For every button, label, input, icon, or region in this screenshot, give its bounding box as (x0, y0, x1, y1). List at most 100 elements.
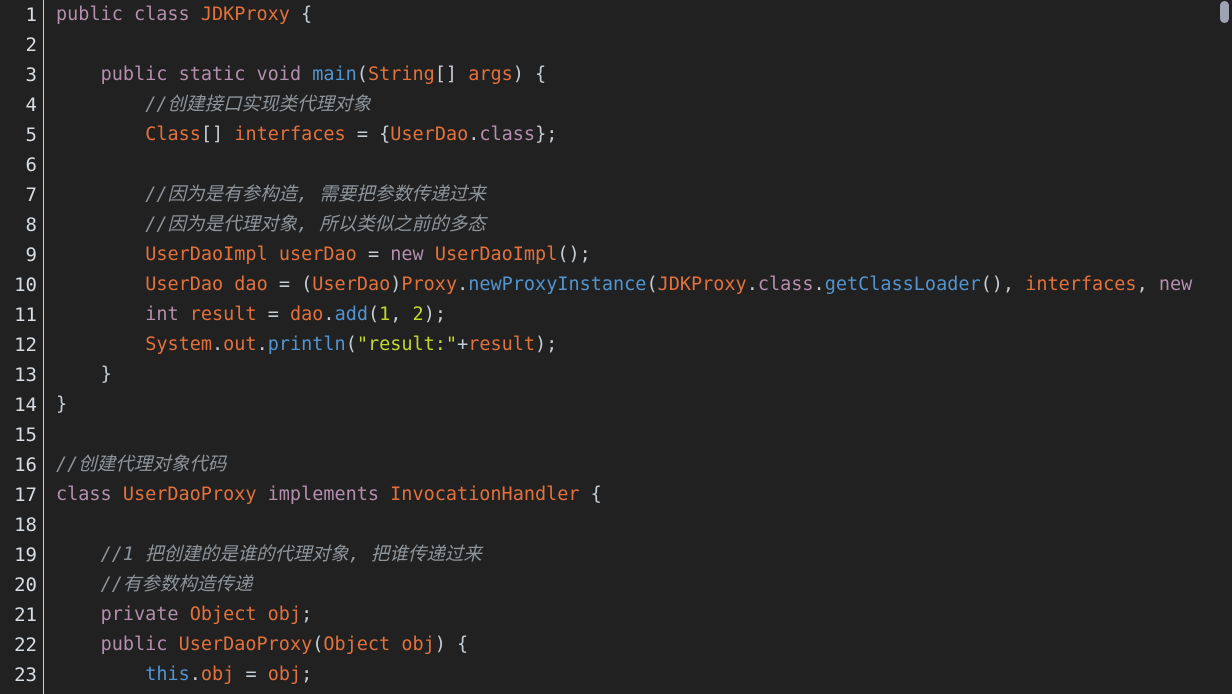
code-token-pun: ; (301, 604, 313, 625)
code-token-kw: void (256, 64, 302, 85)
code-token-cmt: //创建代理对象代码 (56, 454, 227, 475)
code-token-pun: = { (345, 124, 391, 145)
code-token-typ: String (367, 64, 435, 85)
code-line[interactable]: } (56, 390, 67, 420)
vertical-scrollbar-track[interactable] (1220, 0, 1232, 694)
code-token-typ: obj (267, 604, 302, 625)
code-token-pun: [] (200, 124, 235, 145)
line-number: 21 (14, 604, 37, 626)
code-token-kw: class (757, 274, 814, 295)
code-token-typ: JDKProxy (657, 274, 747, 295)
code-token-kw: int (145, 304, 179, 325)
line-number: 9 (25, 244, 37, 266)
code-line[interactable]: UserDaoImpl userDao = new UserDaoImpl(); (56, 240, 591, 270)
line-number-gutter: 1 2 3 4 5 6 7 8 9 10 11 12 13 14 15 16 17 18 19 20 21 22 23 (0, 0, 44, 694)
code-token-pun: . (813, 274, 825, 295)
code-token-typ: UserDaoImpl (145, 244, 268, 265)
code-line[interactable]: System.out.println("result:"+result); (56, 330, 557, 360)
line-number: 20 (14, 574, 37, 596)
code-token-kw: public (56, 4, 123, 25)
code-line[interactable]: UserDao dao = (UserDao)Proxy.newProxyIns… (56, 270, 1192, 300)
line-number: 2 (25, 34, 37, 56)
code-line[interactable]: private Object obj; (56, 600, 313, 630)
code-token-pun: } (100, 364, 112, 385)
code-token-typ: System (145, 334, 213, 355)
code-line[interactable]: //因为是有参构造, 需要把参数传递过来 (56, 180, 486, 210)
code-token-kw: static (178, 64, 246, 85)
code-line[interactable]: //1 把创建的是谁的代理对象, 把谁传递过来 (56, 540, 482, 570)
code-line[interactable]: //因为是代理对象, 所以类似之前的多态 (56, 210, 486, 240)
code-token-pun: }; (535, 124, 558, 145)
code-token-typ: JDKProxy (200, 4, 290, 25)
code-token-cmt: //因为是有参构造, 需要把参数传递过来 (145, 184, 486, 205)
code-token-kw: private (100, 604, 179, 625)
code-token-typ: interfaces (234, 124, 346, 145)
code-token-num: 2 (412, 304, 424, 325)
code-token-fn: add (334, 304, 368, 325)
line-number: 10 (14, 274, 37, 296)
code-token-typ: obj (401, 634, 435, 655)
code-token-kw: new (1158, 274, 1193, 295)
code-token-pun: { (289, 4, 313, 25)
code-line[interactable]: public class JDKProxy { (56, 0, 312, 30)
code-line[interactable]: Class[] interfaces = {UserDao.class}; (56, 120, 557, 150)
line-number: 6 (25, 154, 37, 176)
code-content-area[interactable]: public class JDKProxy {public static voi… (45, 0, 1232, 694)
code-token-kw: new (390, 244, 424, 265)
line-number: 14 (14, 394, 37, 416)
code-editor[interactable]: 1 2 3 4 5 6 7 8 9 10 11 12 13 14 15 16 17 18 19 20 21 22 23 pu… (0, 0, 1232, 694)
code-token-cmt: //1 把创建的是谁的代理对象, 把谁传递过来 (100, 544, 482, 565)
code-line[interactable]: //有参数构造传递 (56, 570, 253, 600)
line-number: 11 (14, 304, 37, 326)
code-token-cmt: //因为是代理对象, 所以类似之前的多态 (145, 214, 486, 235)
code-token-pun: ); (535, 334, 558, 355)
code-token-typ: out (223, 334, 257, 355)
code-token-typ: obj (267, 664, 302, 685)
code-line[interactable]: //创建接口实现类代理对象 (56, 90, 371, 120)
code-token-pun: . (323, 304, 335, 325)
code-token-pun: { (579, 484, 602, 505)
code-line[interactable]: //创建代理对象代码 (56, 450, 226, 480)
code-token-pun: ) { (434, 634, 469, 655)
code-token-pun: , (390, 304, 413, 325)
code-line[interactable]: public UserDaoProxy(Object obj) { (56, 630, 469, 660)
line-number: 13 (14, 364, 37, 386)
code-token-pun: = (234, 664, 268, 685)
code-line[interactable]: this.obj = obj; (56, 660, 312, 690)
code-token-typ: result (468, 334, 536, 355)
code-token-typ: interfaces (1025, 274, 1137, 295)
code-line[interactable]: public static void main(String[] args) { (56, 60, 547, 90)
code-token-fn: main (312, 64, 357, 85)
code-line[interactable]: class UserDaoProxy implements Invocation… (56, 480, 602, 510)
line-number: 7 (25, 184, 37, 206)
code-token-kw: implements (267, 484, 380, 505)
code-token-typ: obj (200, 664, 235, 685)
line-number: 3 (25, 64, 37, 86)
code-token-str: "result:" (356, 334, 458, 355)
code-token-pun: ( (356, 64, 368, 85)
code-line[interactable]: int result = dao.add(1, 2); (56, 300, 446, 330)
line-number: 5 (25, 124, 37, 146)
code-token-pun: ( (345, 334, 357, 355)
code-token-typ: UserDao (390, 124, 469, 145)
code-token-pun: + (457, 334, 469, 355)
line-number: 16 (14, 454, 37, 476)
code-token-pun: ( (312, 634, 324, 655)
vertical-scrollbar-thumb[interactable] (1220, 1, 1229, 23)
code-token-typ: InvocationHandler (390, 484, 580, 505)
code-line[interactable]: } (56, 360, 112, 390)
line-number: 8 (25, 214, 37, 236)
code-token-typ: UserDaoProxy (122, 484, 257, 505)
code-token-pun: ) (390, 274, 402, 295)
